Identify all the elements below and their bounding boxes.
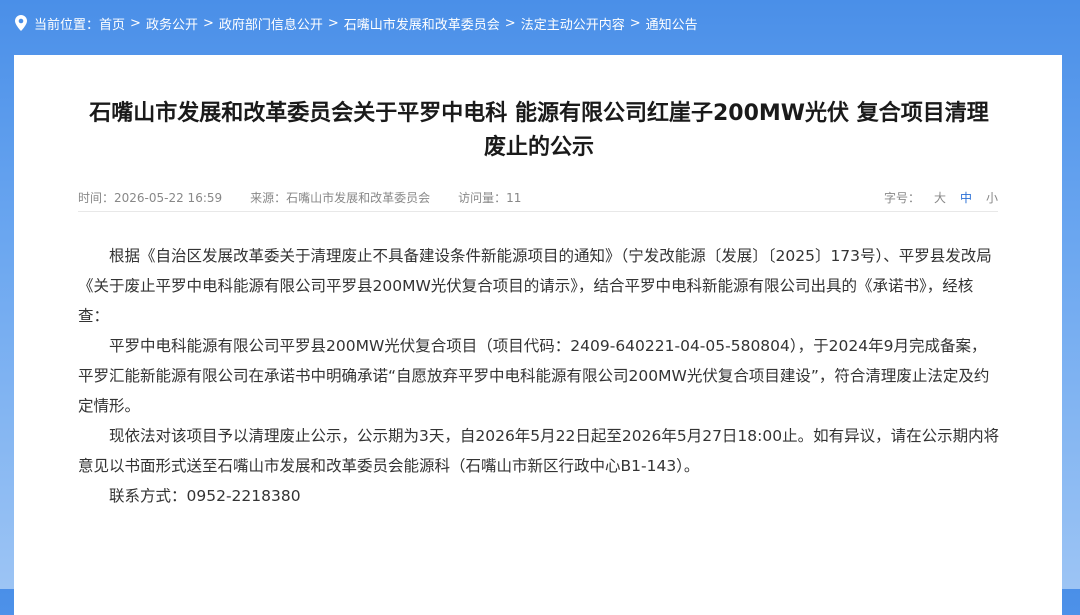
article-body: 根据《自治区发展改革委关于清理废止不具备建设条件新能源项目的通知》（宁发改能源〔… — [78, 241, 1000, 511]
breadcrumb-prefix: 当前位置： — [34, 17, 100, 33]
breadcrumb-home[interactable]: 首页 — [99, 14, 125, 33]
font-size-medium-button[interactable]: 中 — [960, 189, 972, 206]
font-size-label: 字号： — [883, 190, 920, 205]
breadcrumb-statutory[interactable]: 法定主动公开内容 — [521, 14, 625, 33]
location-pin-icon — [15, 15, 27, 31]
breadcrumb-separator: > — [629, 15, 641, 31]
article-paragraph: 根据《自治区发展改革委关于清理废止不具备建设条件新能源项目的通知》（宁发改能源〔… — [78, 247, 992, 325]
font-size-large-button[interactable]: 大 — [934, 189, 946, 206]
article-source: 来源：石嘴山市发展和改革委员会 — [250, 190, 431, 205]
breadcrumb-separator: > — [327, 15, 339, 31]
font-size-small-button[interactable]: 小 — [986, 189, 998, 206]
article-meta: 时间：2026-05-22 16:59 来源：石嘴山市发展和改革委员会 访问量：… — [78, 183, 998, 212]
breadcrumb-separator: > — [504, 15, 516, 31]
breadcrumb-notices[interactable]: 通知公告 — [646, 14, 698, 33]
contact-info: 联系方式：0952-2218380 — [109, 487, 301, 505]
font-size-control: 字号： 大 中 小 — [884, 189, 998, 206]
article-paragraph: 平罗中电科能源有限公司平罗县200MW光伏复合项目（项目代码：2409-6402… — [78, 337, 990, 415]
breadcrumb-separator: > — [202, 15, 214, 31]
article-card: 石嘴山市发展和改革委员会关于平罗中电科 能源有限公司红崖子200MW光伏 复合项… — [14, 55, 1062, 615]
breadcrumb-separator: > — [130, 15, 141, 31]
breadcrumb: 当前位置： 首页 > 政务公开 > 政府部门信息公开 > 石嘴山市发展和改革委员… — [14, 11, 698, 35]
article-title: 石嘴山市发展和改革委员会关于平罗中电科 能源有限公司红崖子200MW光伏 复合项… — [89, 101, 989, 160]
article-paragraph: 现依法对该项目予以清理废止公示，公示期为3天，自2026年5月22日起至2026… — [78, 427, 1000, 475]
breadcrumb-department[interactable]: 石嘴山市发展和改革委员会 — [344, 14, 500, 33]
publish-time: 时间：2026-05-22 16:59 — [78, 190, 223, 205]
breadcrumb-dept-info[interactable]: 政府部门信息公开 — [219, 14, 323, 33]
breadcrumb-gov-affairs[interactable]: 政务公开 — [146, 14, 198, 33]
visit-count: 访问量：11 — [458, 190, 522, 205]
